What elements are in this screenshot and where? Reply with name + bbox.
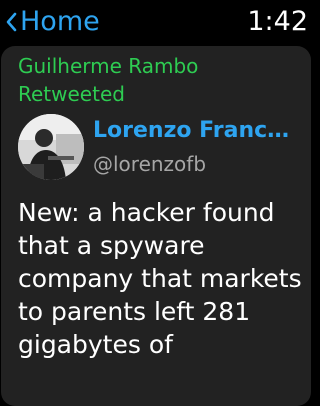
tweet-card[interactable]: Guilherme Rambo Retweeted Lorenzo France… — [1, 46, 311, 406]
avatar[interactable] — [18, 114, 84, 180]
tweet-text: New: a hacker found that a spyware compa… — [18, 198, 302, 359]
author-name[interactable]: Lorenzo Franceschi-Bicchierai — [93, 116, 298, 146]
chevron-left-icon — [4, 8, 18, 36]
back-label: Home — [20, 6, 100, 37]
status-bar: Home 1:42 — [0, 0, 312, 44]
retweeted-by-label: Guilherme Rambo Retweeted — [18, 54, 199, 106]
author-handle: @lorenzofb — [93, 152, 207, 176]
clock: 1:42 — [247, 6, 308, 37]
back-button[interactable]: Home — [4, 4, 100, 40]
